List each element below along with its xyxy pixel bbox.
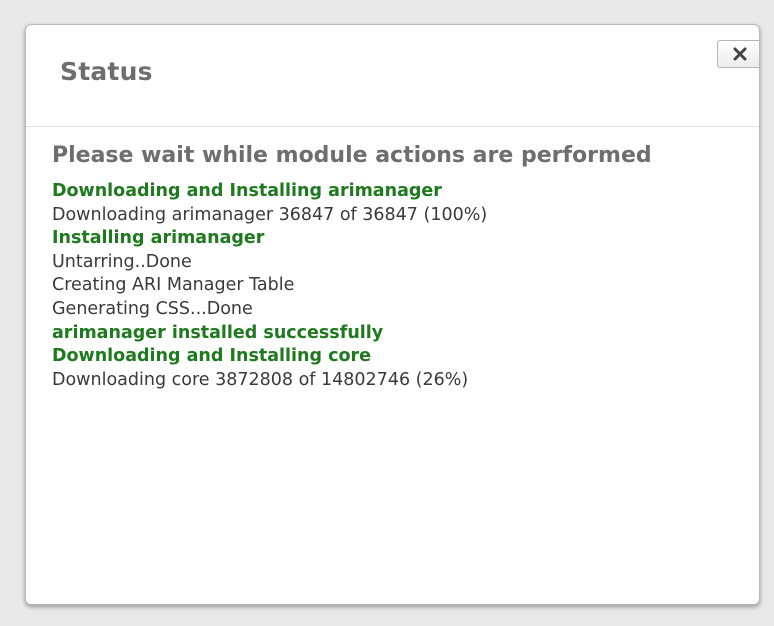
log-line: Untarring..Done (52, 251, 192, 272)
dialog-header: Status (26, 25, 759, 127)
log-line: Installing arimanager (52, 228, 265, 249)
log-line: Creating ARI Manager Table (52, 275, 295, 296)
close-x-icon (733, 47, 747, 61)
dialog-body: Please wait while module actions are per… (26, 127, 759, 392)
log-line: Downloading and Installing arimanager (52, 181, 442, 201)
log-line: Generating CSS...Done (52, 298, 253, 319)
status-log: Downloading and Installing arimanager Do… (52, 180, 759, 392)
wait-heading: Please wait while module actions are per… (52, 143, 652, 168)
close-button[interactable] (717, 40, 759, 68)
status-dialog: Status Please wait while module actions … (25, 24, 760, 605)
page-backdrop: Status Please wait while module actions … (0, 0, 774, 626)
log-line: Downloading arimanager 36847 of 36847 (1… (52, 204, 488, 225)
log-line: Downloading core 3872808 of 14802746 (26… (52, 369, 469, 390)
log-line: arimanager installed successfully (52, 322, 384, 343)
log-line: Downloading and Installing core (52, 346, 372, 367)
dialog-title: Status (60, 57, 153, 86)
